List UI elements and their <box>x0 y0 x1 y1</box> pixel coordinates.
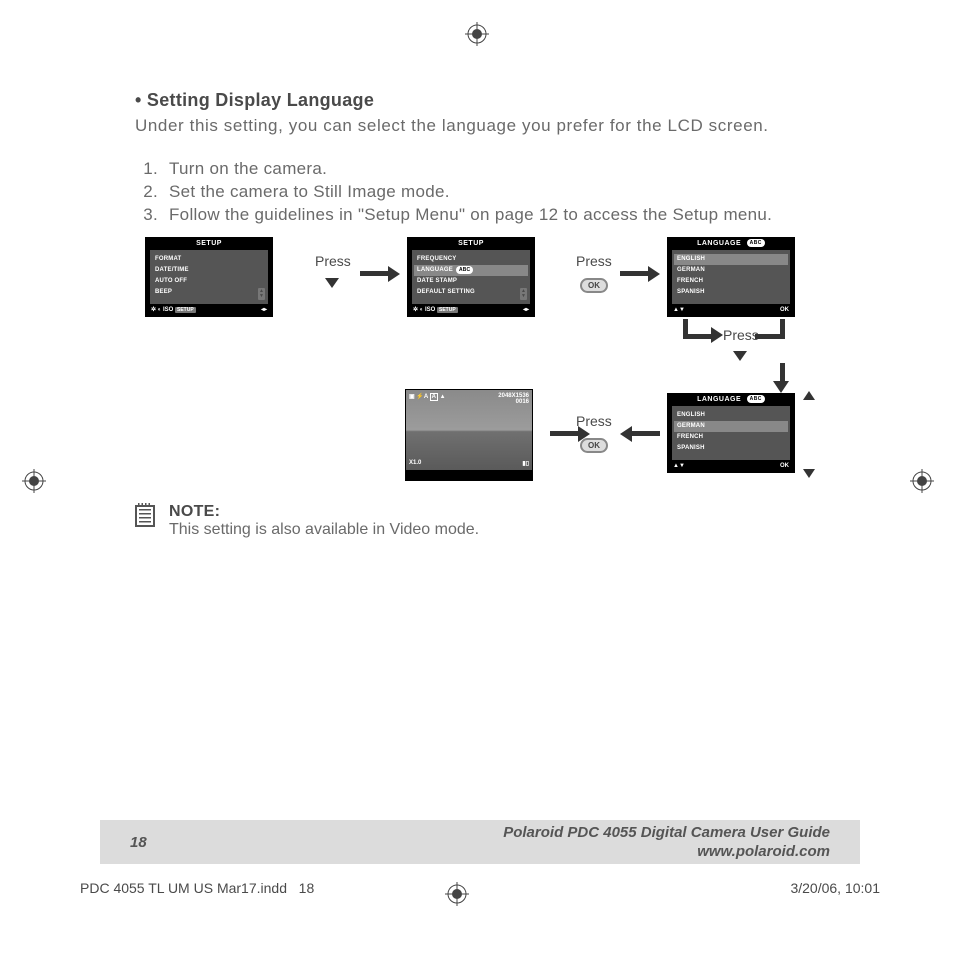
ok-label: OK <box>780 307 789 313</box>
source-date: 3/20/06, 10:01 <box>790 880 880 896</box>
lcd-setup-2: SETUP FREQUENCY LANGUAGE ABC DATE STAMP … <box>407 237 535 317</box>
menu-item-selected: ENGLISH <box>674 254 788 265</box>
live-zoom: X1.0 <box>409 460 421 467</box>
press-label: Press <box>723 327 759 343</box>
nav-arrows-icon: ◂▸ <box>261 306 267 313</box>
footer-bar: 18 Polaroid PDC 4055 Digital Camera User… <box>100 820 860 864</box>
menu-item: DATE STAMP <box>417 276 525 287</box>
page-number: 18 <box>130 834 190 851</box>
menu-item: ENGLISH <box>677 410 785 421</box>
menu-item: SPANISH <box>677 287 785 298</box>
down-triangle-icon <box>325 275 339 293</box>
ok-button-graphic: OK <box>580 275 608 293</box>
registration-mark-left <box>22 469 46 493</box>
note-block: NOTE: This setting is also available in … <box>135 503 835 539</box>
source-page: 18 <box>299 880 315 896</box>
menu-item-selected: GERMAN <box>674 421 788 432</box>
footer-title: Polaroid PDC 4055 Digital Camera User Gu… <box>503 823 830 843</box>
press-label: Press <box>315 253 351 269</box>
registration-mark-top <box>465 22 489 46</box>
steps-list: Turn on the camera. Set the camera to St… <box>135 158 835 227</box>
triangle-down-icon <box>803 469 815 478</box>
abc-badge: ABC <box>747 395 765 403</box>
lcd-title: LANGUAGE ABC <box>668 394 794 406</box>
press-label: Press <box>576 253 612 269</box>
arrow-right-icon <box>360 271 390 276</box>
menu-item: DATE/TIME <box>155 265 263 276</box>
nav-updown-icon: ▲▼ <box>673 463 685 469</box>
triangle-up-icon <box>803 391 815 400</box>
menu-item: FRENCH <box>677 276 785 287</box>
section-title: • Setting Display Language <box>135 90 835 111</box>
step-1: Turn on the camera. <box>163 158 835 181</box>
step-2: Set the camera to Still Image mode. <box>163 181 835 204</box>
bot-icons: ✲ ◐ ISO SETUP <box>151 306 196 313</box>
arrow-left-icon <box>550 431 580 436</box>
note-text: This setting is also available in Video … <box>169 521 479 539</box>
footer-url: www.polaroid.com <box>503 842 830 862</box>
arrow-segment <box>755 334 785 339</box>
arrow-head-icon <box>711 327 723 343</box>
arrow-segment <box>780 363 785 383</box>
footer-meta: PDC 4055 TL UM US Mar17.indd 18 3/20/06,… <box>80 880 880 896</box>
source-file: PDC 4055 TL UM US Mar17.indd <box>80 880 287 896</box>
live-count: 0016 <box>516 399 529 405</box>
lcd-setup-1: SETUP FORMAT DATE/TIME AUTO OFF BEEP ✲ ◐… <box>145 237 273 317</box>
lcd-language-2: LANGUAGE ABC ENGLISH GERMAN FRENCH SPANI… <box>667 393 795 473</box>
lcd-title: SETUP <box>408 238 534 250</box>
menu-item: AUTO OFF <box>155 276 263 287</box>
step-3: Follow the guidelines in "Setup Menu" on… <box>163 204 835 227</box>
down-triangle-icon <box>733 348 747 366</box>
arrow-segment <box>683 334 713 339</box>
note-label: NOTE: <box>169 503 479 521</box>
menu-item: FRENCH <box>677 432 785 443</box>
arrow-right-icon <box>620 271 650 276</box>
menu-item: GERMAN <box>677 265 785 276</box>
menu-item: DEFAULT SETTING <box>417 287 525 298</box>
abc-badge: ABC <box>456 266 473 274</box>
bot-icons: ✲ ◐ ISO SETUP <box>413 306 458 313</box>
menu-item: FREQUENCY <box>417 254 525 265</box>
lcd-live-view: ▣ ⚡A A ▲ 2048X1536 0016 X1.0 ▮▯ <box>405 389 533 481</box>
battery-icon: ▮▯ <box>522 460 529 467</box>
updown-icon: ▲▼ <box>258 288 265 300</box>
updown-icon: ▲▼ <box>520 288 527 300</box>
nav-updown-icon: ▲▼ <box>673 307 685 313</box>
menu-item-selected: LANGUAGE ABC <box>414 265 528 276</box>
notepad-icon <box>135 505 155 527</box>
arrow-head-down-icon <box>773 381 789 393</box>
live-icons: ▣ ⚡A A ▲ <box>409 393 446 405</box>
arrow-left-icon <box>630 431 660 436</box>
menu-item: FORMAT <box>155 254 263 265</box>
diagram: SETUP FORMAT DATE/TIME AUTO OFF BEEP ✲ ◐… <box>135 233 835 503</box>
lcd-title: LANGUAGE ABC <box>668 238 794 250</box>
lcd-language-1: LANGUAGE ABC ENGLISH GERMAN FRENCH SPANI… <box>667 237 795 317</box>
menu-item: BEEP <box>155 287 263 298</box>
lcd-title: SETUP <box>146 238 272 250</box>
section-intro: Under this setting, you can select the l… <box>135 115 835 138</box>
abc-badge: ABC <box>747 239 765 247</box>
page-content: • Setting Display Language Under this se… <box>135 90 835 539</box>
menu-item: SPANISH <box>677 443 785 454</box>
ok-label: OK <box>780 463 789 469</box>
nav-arrows-icon: ◂▸ <box>523 306 529 313</box>
registration-mark-right <box>910 469 934 493</box>
